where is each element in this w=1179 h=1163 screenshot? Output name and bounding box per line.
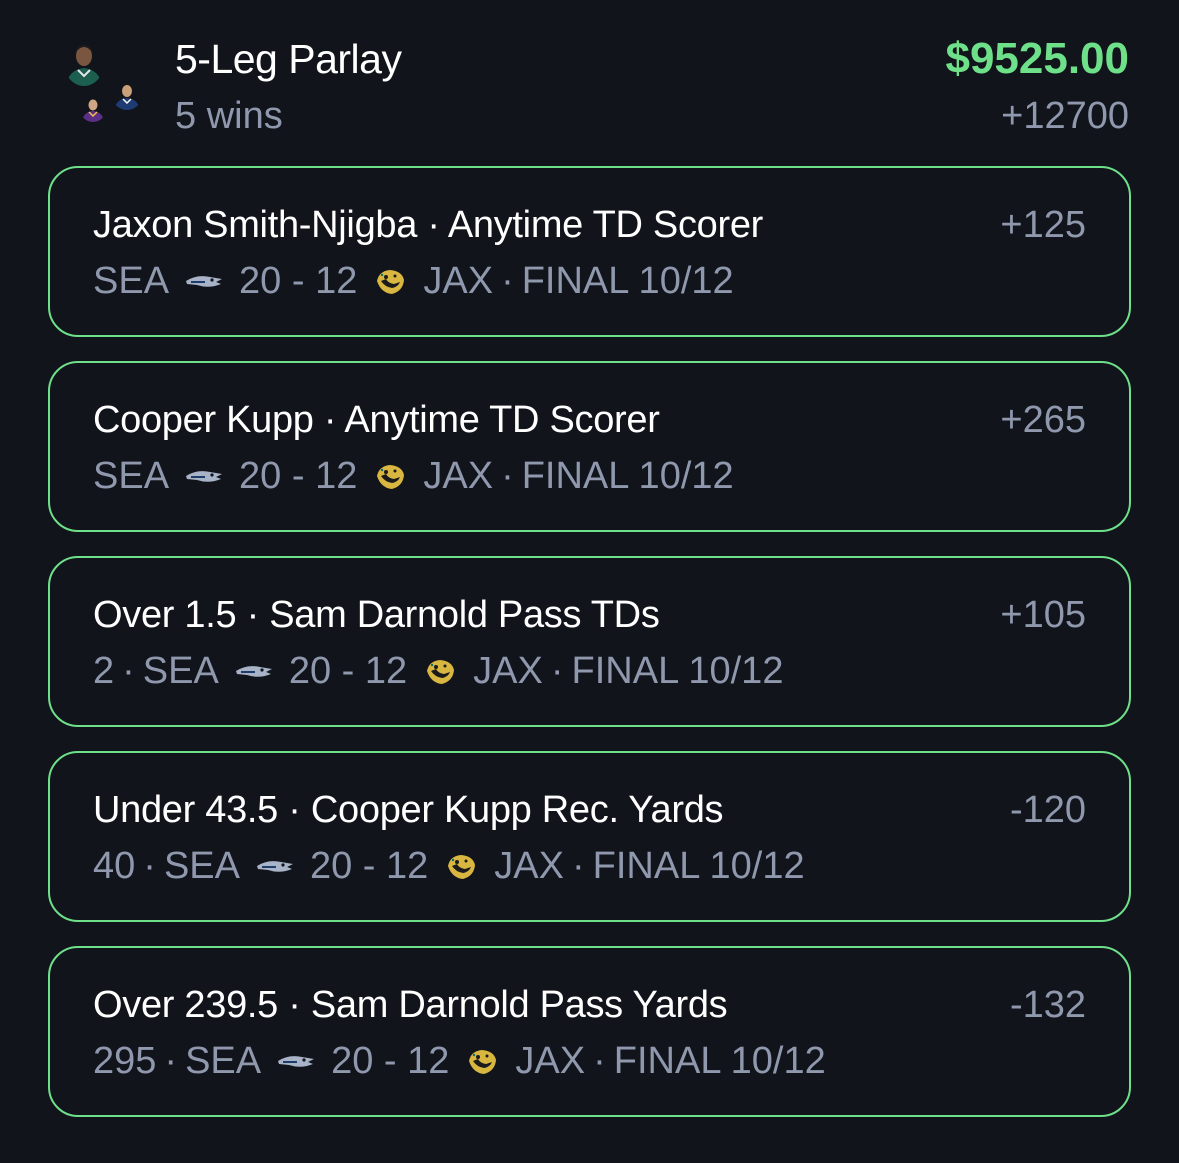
leg-stat-result: 40 (93, 845, 136, 887)
away-team: JAX (515, 1040, 586, 1082)
player-avatars (58, 40, 158, 130)
game-status: FINAL 10/12 (592, 845, 805, 887)
seahawks-logo-icon (277, 1052, 315, 1072)
game-status: FINAL 10/12 (521, 260, 734, 302)
jaguars-logo-icon (373, 462, 407, 492)
parlay-legs-list: Jaxon Smith-Njigba · Anytime TD Scorer +… (48, 166, 1131, 1141)
leg-odds: +125 (1000, 204, 1086, 246)
leg-title: Under 43.5 · Cooper Kupp Rec. Yards (93, 789, 724, 831)
leg-game-info: SEA 20 - 12 JAX · FINAL 10/12 (93, 260, 734, 302)
player-avatar-icon (64, 40, 104, 86)
leg-odds: -132 (1009, 984, 1086, 1026)
game-score: 20 - 12 (309, 845, 429, 887)
parlay-leg-card[interactable]: Over 1.5 · Sam Darnold Pass TDs +105 2 ·… (48, 556, 1131, 727)
away-team: JAX (423, 455, 494, 497)
leg-game-info: 2 · SEA 20 - 12 JAX · FINAL 10/12 (93, 650, 784, 692)
leg-game-info: 40 · SEA 20 - 12 JAX · FINAL 10/12 (93, 845, 805, 887)
seahawks-logo-icon (185, 467, 223, 487)
seahawks-logo-icon (235, 662, 273, 682)
leg-game-info: SEA 20 - 12 JAX · FINAL 10/12 (93, 455, 734, 497)
away-team: JAX (494, 845, 564, 887)
parlay-leg-card[interactable]: Cooper Kupp · Anytime TD Scorer +265 SEA… (48, 361, 1131, 532)
game-score: 20 - 12 (288, 650, 408, 692)
parlay-leg-card[interactable]: Over 239.5 · Sam Darnold Pass Yards -132… (48, 946, 1131, 1117)
game-score: 20 - 12 (239, 260, 358, 302)
parlay-odds: +12700 (1001, 95, 1129, 137)
home-team: SEA (93, 455, 170, 497)
parlay-result-summary: 5 wins (175, 95, 283, 137)
leg-stat-result: 295 (93, 1040, 157, 1082)
seahawks-logo-icon (185, 272, 223, 292)
jaguars-logo-icon (373, 267, 407, 297)
leg-game-info: 295 · SEA 20 - 12 JAX · FINAL 10/12 (93, 1040, 826, 1082)
jaguars-logo-icon (465, 1047, 499, 1077)
home-team: SEA (163, 845, 240, 887)
jaguars-logo-icon (423, 657, 457, 687)
home-team: SEA (185, 1040, 262, 1082)
leg-title: Over 1.5 · Sam Darnold Pass TDs (93, 594, 660, 636)
parlay-payout: $9525.00 (945, 34, 1129, 83)
jaguars-logo-icon (444, 852, 478, 882)
home-team: SEA (93, 260, 170, 302)
away-team: JAX (473, 650, 543, 692)
game-status: FINAL 10/12 (613, 1040, 826, 1082)
leg-title: Jaxon Smith-Njigba · Anytime TD Scorer (93, 204, 764, 246)
game-score: 20 - 12 (331, 1040, 450, 1082)
parlay-header[interactable]: 5-Leg Parlay 5 wins $9525.00 +12700 (0, 0, 1179, 160)
leg-odds: +265 (1000, 399, 1086, 441)
parlay-leg-card[interactable]: Jaxon Smith-Njigba · Anytime TD Scorer +… (48, 166, 1131, 337)
seahawks-logo-icon (256, 857, 294, 877)
leg-odds: +105 (1000, 594, 1086, 636)
leg-title: Over 239.5 · Sam Darnold Pass Yards (93, 984, 728, 1026)
leg-stat-result: 2 (93, 650, 115, 692)
player-avatar-icon (112, 80, 142, 110)
game-score: 20 - 12 (239, 455, 358, 497)
parlay-title: 5-Leg Parlay (175, 36, 402, 82)
leg-title: Cooper Kupp · Anytime TD Scorer (93, 399, 660, 441)
parlay-leg-card[interactable]: Under 43.5 · Cooper Kupp Rec. Yards -120… (48, 751, 1131, 922)
leg-odds: -120 (1009, 789, 1086, 831)
away-team: JAX (423, 260, 494, 302)
game-status: FINAL 10/12 (571, 650, 784, 692)
game-status: FINAL 10/12 (521, 455, 734, 497)
player-avatar-icon (80, 96, 106, 122)
home-team: SEA (142, 650, 219, 692)
